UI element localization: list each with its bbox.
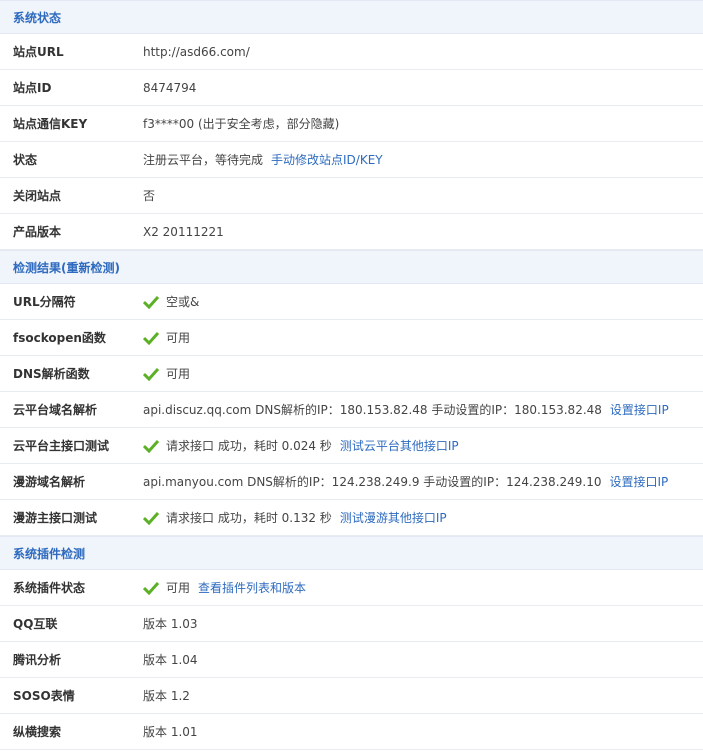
section-header-plugins: 系统插件检测: [0, 536, 703, 570]
row-value: 否: [143, 189, 156, 203]
row-plugin-zongheng: 纵横搜索 版本 1.01: [0, 714, 703, 750]
row-plugin-state: 系统插件状态 可用 查看插件列表和版本: [0, 570, 703, 606]
row-label: fsockopen函数: [13, 331, 106, 345]
row-label: QQ互联: [13, 617, 58, 631]
set-roam-ip-link[interactable]: 设置接口IP: [610, 473, 669, 490]
row-value: 8474794: [143, 80, 197, 95]
row-label: 站点ID: [13, 81, 52, 95]
row-value: 注册云平台，等待完成: [143, 153, 264, 167]
row-label: 产品版本: [13, 225, 62, 239]
row-value: api.discuz.qq.com DNS解析的IP：180.153.82.48…: [143, 403, 602, 417]
section-header-check: 检测结果(重新检测): [0, 250, 703, 284]
row-state: 状态 注册云平台，等待完成 手动修改站点ID/KEY: [0, 142, 703, 178]
row-value: 可用: [166, 331, 191, 345]
check-icon: [143, 511, 159, 525]
row-value: 可用: [166, 367, 191, 381]
section-title: 系统状态: [13, 10, 62, 25]
row-label: 漫游主接口测试: [13, 511, 98, 525]
edit-site-key-link[interactable]: 手动修改站点ID/KEY: [271, 151, 383, 168]
row-value: 版本 1.2: [143, 689, 190, 703]
row-plugin-soso: SOSO表情 版本 1.2: [0, 678, 703, 714]
check-icon: [143, 367, 159, 381]
row-value-wrap: 请求接口 成功，耗时 0.024 秒测试云平台其他接口IP: [143, 437, 703, 454]
test-cloud-other-ip-link[interactable]: 测试云平台其他接口IP: [340, 437, 459, 454]
row-roam-main-test: 漫游主接口测试 请求接口 成功，耗时 0.132 秒测试漫游其他接口IP: [0, 500, 703, 536]
test-roam-other-ip-link[interactable]: 测试漫游其他接口IP: [340, 509, 447, 526]
row-fsockopen: fsockopen函数 可用: [0, 320, 703, 356]
row-cloud-domain: 云平台域名解析 api.discuz.qq.com DNS解析的IP：180.15…: [0, 392, 703, 428]
row-value: 版本 1.03: [143, 617, 198, 631]
row-value: api.manyou.com DNS解析的IP：124.238.249.9 手动…: [143, 475, 602, 489]
section-title: 系统插件检测: [13, 546, 86, 561]
row-label: 状态: [13, 153, 38, 167]
row-value: 版本 1.04: [143, 653, 198, 667]
row-label: 云平台主接口测试: [13, 439, 110, 453]
row-close-site: 关闭站点 否: [0, 178, 703, 214]
row-value: 版本 1.01: [143, 725, 198, 739]
check-icon: [143, 581, 159, 595]
section-header-status: 系统状态: [0, 0, 703, 34]
row-url-separator: URL分隔符 空或&: [0, 284, 703, 320]
row-site-key: 站点通信KEY f3****00 (出于安全考虑，部分隐藏): [0, 106, 703, 142]
row-value-wrap: 空或&: [143, 293, 703, 310]
set-cloud-ip-link[interactable]: 设置接口IP: [610, 401, 669, 418]
row-label: 纵横搜索: [13, 725, 62, 739]
row-value-wrap: 请求接口 成功，耗时 0.132 秒测试漫游其他接口IP: [143, 509, 703, 526]
row-plugin-tencent: 腾讯分析 版本 1.04: [0, 642, 703, 678]
row-product-version: 产品版本 X2 20111221: [0, 214, 703, 250]
row-label: 腾讯分析: [13, 653, 62, 667]
row-label: 站点通信KEY: [13, 117, 88, 131]
row-value-wrap: api.discuz.qq.com DNS解析的IP：180.153.82.48…: [143, 401, 703, 418]
row-label: 关闭站点: [13, 189, 62, 203]
row-value-wrap: 可用: [143, 329, 703, 346]
row-value: 请求接口 成功，耗时 0.132 秒: [166, 511, 332, 525]
section-title[interactable]: 检测结果(重新检测): [13, 259, 120, 276]
row-plugin-qq: QQ互联 版本 1.03: [0, 606, 703, 642]
row-value: 空或&: [166, 295, 200, 309]
check-icon: [143, 439, 159, 453]
row-value-wrap: 注册云平台，等待完成 手动修改站点ID/KEY: [143, 151, 703, 168]
row-value: X2 20111221: [143, 224, 224, 239]
row-label: 云平台域名解析: [13, 403, 98, 417]
check-icon: [143, 295, 159, 309]
row-value: 请求接口 成功，耗时 0.024 秒: [166, 439, 332, 453]
row-label: 站点URL: [13, 45, 64, 59]
row-label: DNS解析函数: [13, 367, 90, 381]
row-value: 可用: [166, 581, 191, 595]
row-dns-function: DNS解析函数 可用: [0, 356, 703, 392]
row-value-wrap: 可用: [143, 365, 703, 382]
row-label: SOSO表情: [13, 689, 75, 703]
row-site-url: 站点URL http://asd66.com/: [0, 34, 703, 70]
row-value-wrap: api.manyou.com DNS解析的IP：124.238.249.9 手动…: [143, 473, 703, 490]
row-roam-domain: 漫游域名解析 api.manyou.com DNS解析的IP：124.238.24…: [0, 464, 703, 500]
view-plugin-list-link[interactable]: 查看插件列表和版本: [198, 579, 306, 596]
check-icon: [143, 331, 159, 345]
cloud-status-panel: 系统状态 站点URL http://asd66.com/ 站点ID 8474794 …: [0, 0, 703, 750]
row-cloud-main-test: 云平台主接口测试 请求接口 成功，耗时 0.024 秒测试云平台其他接口IP: [0, 428, 703, 464]
row-value: http://asd66.com/: [143, 44, 250, 59]
row-label: 漫游域名解析: [13, 475, 86, 489]
row-site-id: 站点ID 8474794: [0, 70, 703, 106]
row-value: f3****00 (出于安全考虑，部分隐藏): [143, 117, 340, 131]
row-value-wrap: 可用 查看插件列表和版本: [143, 579, 703, 596]
row-label: URL分隔符: [13, 295, 76, 309]
row-label: 系统插件状态: [13, 581, 86, 595]
